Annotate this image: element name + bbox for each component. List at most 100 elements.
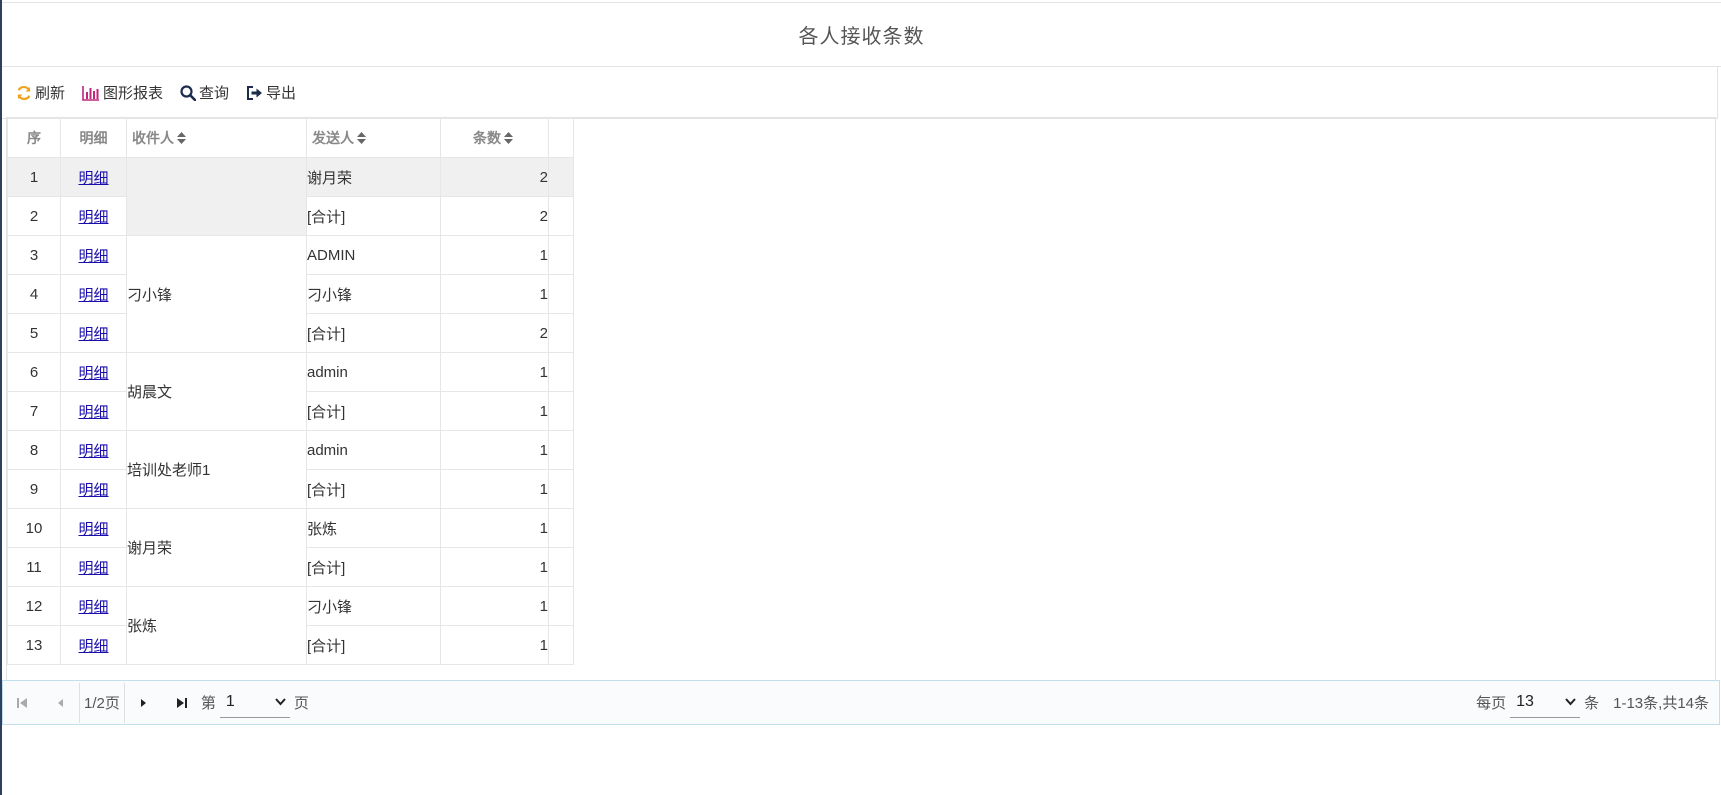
export-button[interactable]: 导出 [246, 82, 296, 103]
header-sender[interactable]: 发送人 [306, 118, 441, 158]
detail-link[interactable]: 明细 [78, 638, 108, 655]
row-detail-cell: 明细 [60, 313, 127, 353]
row-seq: 13 [7, 625, 61, 665]
title-bar: 各人接收条数 [2, 3, 1721, 67]
chart-report-button[interactable]: 图形报表 [82, 82, 163, 103]
report-table: 序 明细 收件人 发送人 条数 1 明细 谢月荣 2 2 明细 [合计] 2 3 明细 刁小锋 ADM… [7, 118, 574, 665]
row-seq: 11 [7, 547, 61, 587]
row-seq: 4 [7, 274, 61, 314]
row-detail-cell: 明细 [60, 196, 127, 236]
sort-icon[interactable] [177, 131, 186, 147]
row-count: 2 [440, 313, 549, 353]
record-summary: 1-13条,共14条 [1613, 695, 1709, 712]
per-page-prefix: 每页 [1476, 695, 1507, 712]
row-filler [548, 469, 574, 509]
page-select[interactable]: 1 [219, 687, 290, 718]
detail-link[interactable]: 明细 [78, 443, 108, 460]
chevron-down-icon [275, 698, 286, 706]
row-seq: 1 [7, 157, 61, 197]
table-row: 12 明细 张炼 刁小锋 1 [7, 586, 574, 665]
next-page-button[interactable] [125, 683, 163, 723]
row-sender: 刁小锋 [306, 274, 441, 314]
row-filler [548, 157, 574, 197]
row-count: 2 [440, 157, 549, 197]
detail-link[interactable]: 明细 [78, 404, 108, 421]
per-page-suffix: 条 [1584, 695, 1600, 712]
row-filler [548, 352, 574, 392]
detail-link[interactable]: 明细 [78, 248, 108, 265]
chart-report-label: 图形报表 [103, 85, 164, 102]
last-page-icon [176, 697, 187, 708]
row-sender: 张炼 [306, 508, 441, 548]
page-info: 1/2页 [84, 695, 120, 712]
row-seq: 12 [7, 586, 61, 626]
table-row: 10 明细 谢月荣 张炼 1 [7, 508, 574, 587]
detail-link[interactable]: 明细 [78, 560, 108, 577]
header-receiver[interactable]: 收件人 [126, 118, 307, 158]
row-filler [548, 508, 574, 548]
toolbar: 刷新 图形报表 查询 导出 [2, 67, 1718, 119]
row-filler [548, 313, 574, 353]
row-filler [548, 274, 574, 314]
row-detail-cell: 明细 [60, 547, 127, 587]
row-receiver: 张炼 [126, 586, 307, 665]
row-filler [548, 586, 574, 626]
header-count[interactable]: 条数 [440, 118, 549, 158]
detail-link[interactable]: 明细 [78, 365, 108, 382]
page-prefix: 第 [200, 695, 216, 712]
per-page-value: 13 [1516, 693, 1534, 710]
detail-link[interactable]: 明细 [78, 482, 108, 499]
row-sender: [合计] [306, 625, 441, 665]
row-seq: 5 [7, 313, 61, 353]
row-count: 1 [440, 430, 549, 470]
detail-link[interactable]: 明细 [78, 599, 108, 616]
pager-right: 每页 13 条 1-13条,共14条 [1476, 687, 1719, 718]
table-row: 3 明细 刁小锋 ADMIN 1 [7, 235, 574, 353]
row-count: 1 [440, 391, 549, 431]
last-page-button[interactable] [163, 683, 201, 723]
detail-link[interactable]: 明细 [78, 287, 108, 304]
refresh-icon [16, 85, 32, 101]
row-sender: admin [306, 352, 441, 392]
detail-link[interactable]: 明细 [78, 521, 108, 538]
refresh-label: 刷新 [35, 85, 66, 102]
row-detail-cell: 明细 [60, 625, 127, 665]
row-filler [548, 430, 574, 470]
data-grid: 序 明细 收件人 发送人 条数 1 明细 谢月荣 2 2 明细 [合计] 2 3 明细 刁小锋 ADM… [6, 117, 1716, 681]
row-filler [548, 391, 574, 431]
per-page-select[interactable]: 13 [1510, 687, 1581, 718]
row-receiver: 谢月荣 [126, 508, 307, 587]
refresh-button[interactable]: 刷新 [16, 82, 65, 103]
prev-page-button[interactable] [41, 683, 79, 723]
page-suffix: 页 [293, 695, 309, 712]
row-count: 1 [440, 274, 549, 314]
search-icon [180, 84, 197, 101]
first-page-icon [17, 697, 27, 708]
detail-link[interactable]: 明细 [78, 326, 108, 343]
row-detail-cell: 明细 [60, 274, 127, 314]
row-count: 1 [440, 352, 549, 392]
first-page-button[interactable] [3, 683, 41, 723]
query-button[interactable]: 查询 [180, 82, 229, 103]
row-sender: [合计] [306, 547, 441, 587]
row-receiver: 培训处老师1 [126, 430, 307, 509]
row-count: 1 [440, 547, 549, 587]
table-row: 1 明细 谢月荣 2 [7, 157, 574, 236]
detail-link[interactable]: 明细 [78, 209, 108, 226]
header-seq: 序 [7, 118, 61, 158]
header-count-label: 条数 [473, 130, 501, 146]
row-receiver: 胡晨文 [126, 352, 307, 431]
row-sender: [合计] [306, 391, 441, 431]
sort-icon[interactable] [504, 131, 513, 147]
row-filler [548, 625, 574, 665]
row-detail-cell: 明细 [60, 508, 127, 548]
page-select-value: 1 [225, 693, 235, 710]
page-title: 各人接收条数 [798, 26, 925, 48]
chevron-down-icon [1565, 698, 1576, 706]
row-sender: [合计] [306, 469, 441, 509]
export-label: 导出 [266, 85, 297, 102]
row-sender: 谢月荣 [306, 157, 441, 197]
detail-link[interactable]: 明细 [78, 170, 108, 187]
query-label: 查询 [199, 85, 230, 102]
sort-icon[interactable] [357, 131, 366, 147]
